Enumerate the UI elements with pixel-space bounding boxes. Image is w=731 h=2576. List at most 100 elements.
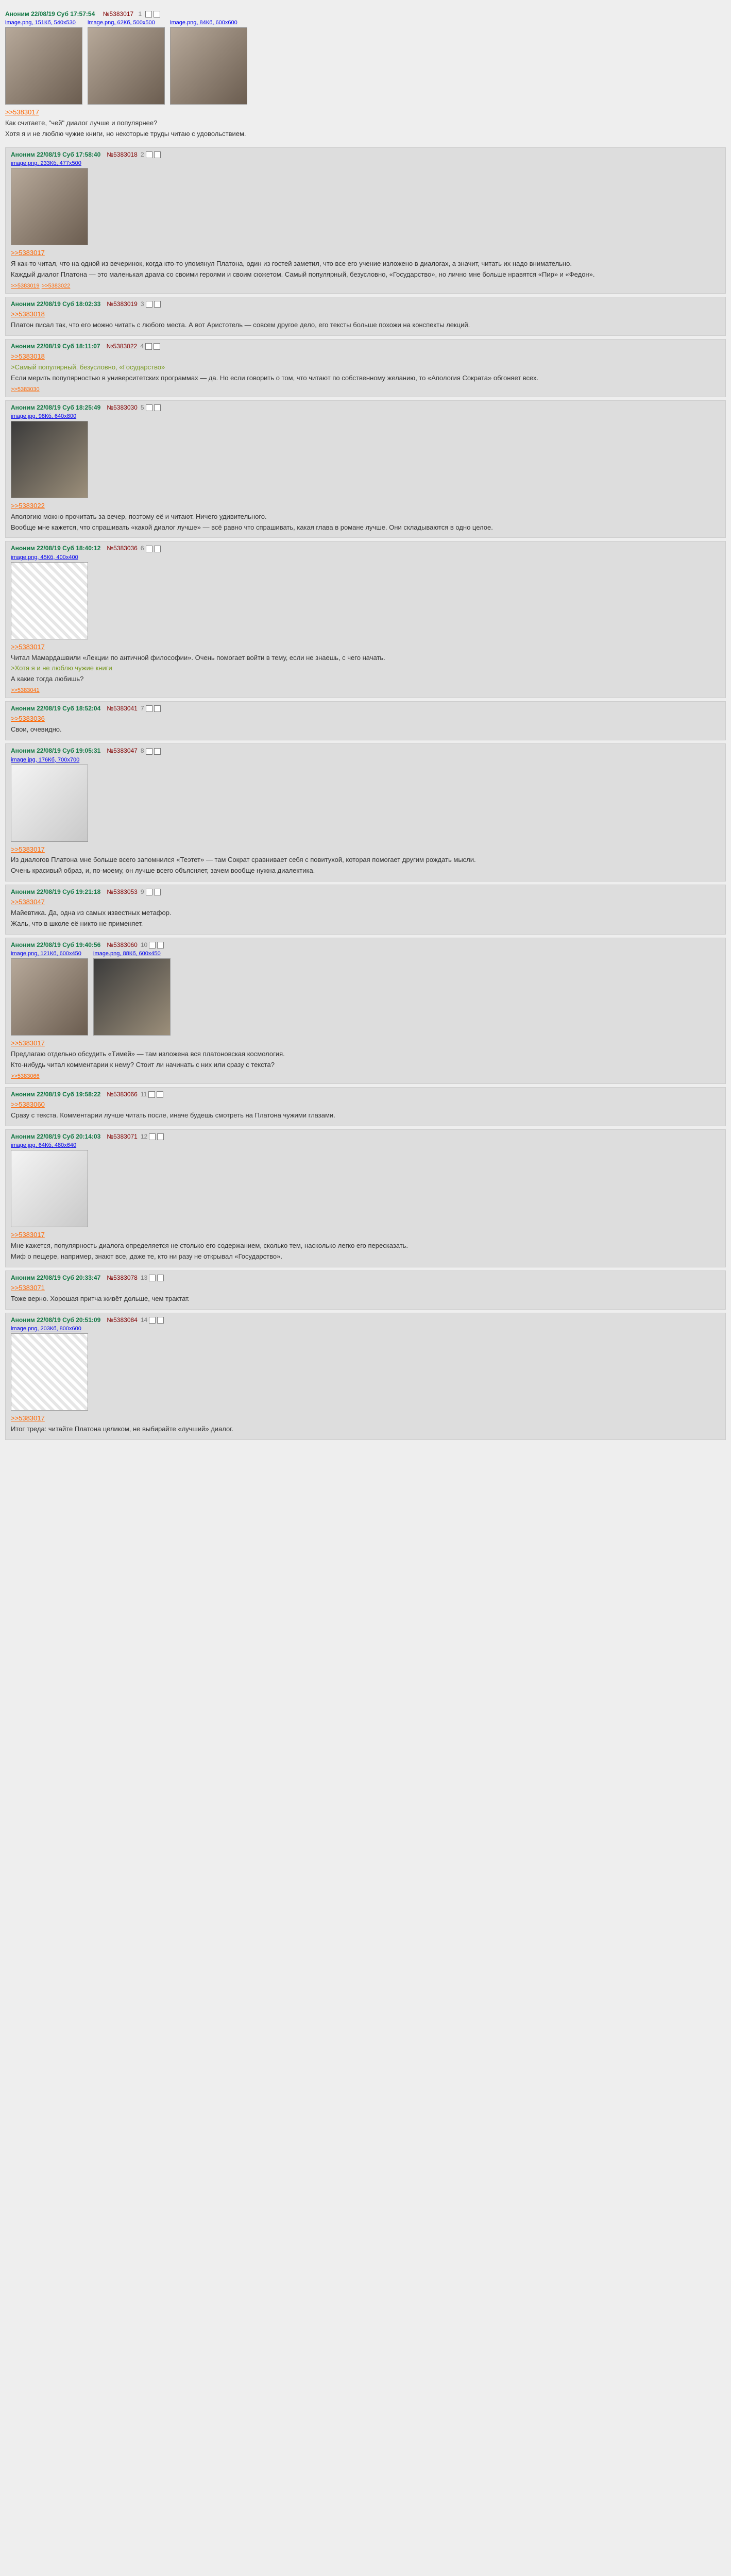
post-action-icons[interactable]: [144, 404, 161, 411]
attached-file[interactable]: image.png, 84Кб, 600x600: [170, 20, 247, 105]
file-meta[interactable]: image.png, 121Кб, 600x450: [11, 951, 88, 957]
menu-icon[interactable]: [157, 1133, 164, 1141]
post-line[interactable]: >>5383017: [11, 1230, 720, 1240]
post-number[interactable]: №5383022: [107, 343, 138, 350]
post-action-icons[interactable]: [144, 545, 161, 552]
post-line[interactable]: >>5383017: [11, 248, 720, 258]
post-line[interactable]: >>5383017: [11, 642, 720, 652]
post-number[interactable]: №5383053: [107, 888, 138, 895]
post-action-icons[interactable]: [147, 1091, 164, 1098]
file-thumbnail[interactable]: [93, 958, 171, 1036]
menu-icon[interactable]: [154, 151, 161, 159]
attached-file[interactable]: image.png, 62Кб, 500x500: [88, 20, 165, 105]
reply-backlink[interactable]: >>5383030: [11, 386, 40, 393]
reply-icon[interactable]: [149, 1316, 156, 1324]
post-action-icons[interactable]: [144, 151, 161, 159]
post-action-icons[interactable]: [147, 941, 164, 949]
reply-icon[interactable]: [145, 705, 152, 713]
file-meta[interactable]: image.jpg, 64Кб, 480x640: [11, 1142, 88, 1148]
reply-backlink[interactable]: >>5383022: [42, 283, 71, 289]
reply-icon[interactable]: [145, 404, 152, 411]
file-thumbnail[interactable]: [11, 764, 88, 842]
post-line[interactable]: >>5383047: [11, 897, 720, 907]
file-thumbnail[interactable]: [11, 562, 88, 639]
menu-icon[interactable]: [154, 301, 161, 308]
menu-icon[interactable]: [157, 1274, 164, 1281]
post-number[interactable]: №5383018: [107, 151, 138, 158]
file-thumbnail[interactable]: [11, 1333, 88, 1411]
menu-icon[interactable]: [157, 1316, 164, 1324]
attached-file[interactable]: image.png, 233Кб, 477x500: [11, 160, 88, 246]
menu-icon[interactable]: [154, 404, 161, 411]
post-action-icons[interactable]: [144, 888, 161, 896]
post-line[interactable]: >>5383017: [5, 108, 721, 117]
file-meta[interactable]: image.png, 84Кб, 600x600: [170, 20, 247, 26]
attached-file[interactable]: image.jpg, 176Кб, 700x700: [11, 757, 88, 842]
post-number[interactable]: №5383071: [107, 1133, 138, 1140]
attached-file[interactable]: image.png, 203Кб, 800x600: [11, 1326, 88, 1411]
post-line[interactable]: >>5383022: [11, 501, 720, 511]
file-meta[interactable]: image.png, 203Кб, 800x600: [11, 1326, 88, 1332]
post-number[interactable]: №5383036: [107, 545, 138, 552]
reply-icon[interactable]: [149, 1274, 156, 1281]
post-action-icons[interactable]: [144, 705, 161, 713]
menu-icon[interactable]: [157, 942, 164, 949]
file-meta[interactable]: image.png, 151Кб, 540x530: [5, 20, 82, 26]
post-number[interactable]: №5383084: [107, 1316, 138, 1324]
attached-file[interactable]: image.png, 88Кб, 600x450: [93, 951, 171, 1036]
file-thumbnail[interactable]: [170, 27, 247, 105]
file-meta[interactable]: image.png, 233Кб, 477x500: [11, 160, 88, 166]
post-action-icons[interactable]: [144, 300, 161, 308]
file-thumbnail[interactable]: [88, 27, 165, 105]
post-number[interactable]: №5383047: [107, 747, 138, 754]
reply-icon[interactable]: [145, 748, 152, 755]
post-line[interactable]: >>5383017: [11, 845, 720, 855]
file-meta[interactable]: image.jpg, 176Кб, 700x700: [11, 757, 88, 763]
reply-icon[interactable]: [149, 942, 156, 949]
post-number[interactable]: №5383066: [107, 1091, 138, 1098]
attached-file[interactable]: image.png, 45Кб, 400x400: [11, 554, 88, 639]
reply-backlink[interactable]: >>5383019: [11, 283, 40, 289]
menu-icon[interactable]: [154, 705, 161, 713]
post-action-icons[interactable]: [144, 747, 161, 755]
reply-icon[interactable]: [149, 1133, 156, 1141]
post-line[interactable]: >>5383036: [11, 714, 720, 724]
attached-file[interactable]: image.jpg, 64Кб, 480x640: [11, 1142, 88, 1228]
reply-backlink[interactable]: >>5383041: [11, 687, 40, 693]
reply-backlink[interactable]: >>5383066: [11, 1073, 40, 1079]
post-line[interactable]: >>5383017: [11, 1414, 720, 1423]
reply-icon[interactable]: [148, 1091, 156, 1098]
post-number[interactable]: №5383041: [107, 705, 138, 712]
post-number[interactable]: №5383019: [107, 300, 138, 308]
attached-file[interactable]: image.png, 151Кб, 540x530: [5, 20, 82, 105]
post-line[interactable]: >>5383018: [11, 310, 720, 319]
post-number[interactable]: №5383030: [107, 404, 138, 411]
file-thumbnail[interactable]: [11, 420, 88, 498]
reply-icon[interactable]: [145, 151, 152, 159]
post-line[interactable]: >>5383018: [11, 352, 720, 362]
post-action-icons[interactable]: [147, 1133, 164, 1141]
menu-icon[interactable]: [153, 11, 160, 18]
file-meta[interactable]: image.jpg, 98Кб, 640x800: [11, 413, 88, 419]
reply-icon[interactable]: [145, 343, 152, 350]
post-line[interactable]: >>5383071: [11, 1283, 720, 1293]
attached-file[interactable]: image.jpg, 98Кб, 640x800: [11, 413, 88, 498]
menu-icon[interactable]: [157, 1091, 164, 1098]
file-thumbnail[interactable]: [11, 958, 88, 1036]
file-meta[interactable]: image.png, 62Кб, 500x500: [88, 20, 165, 26]
reply-icon[interactable]: [145, 11, 152, 18]
file-meta[interactable]: image.png, 88Кб, 600x450: [93, 951, 171, 957]
post-number[interactable]: №5383060: [107, 941, 138, 948]
reply-icon[interactable]: [145, 301, 152, 308]
post-action-icons[interactable]: [147, 1274, 164, 1281]
menu-icon[interactable]: [154, 889, 161, 896]
file-thumbnail[interactable]: [11, 1150, 88, 1228]
post-action-icons[interactable]: [144, 343, 160, 350]
reply-icon[interactable]: [145, 889, 152, 896]
post-line[interactable]: >>5383060: [11, 1100, 720, 1110]
attached-file[interactable]: image.png, 121Кб, 600x450: [11, 951, 88, 1036]
reply-icon[interactable]: [145, 545, 152, 552]
post-line[interactable]: >>5383017: [11, 1039, 720, 1048]
menu-icon[interactable]: [153, 343, 160, 350]
post-action-icons[interactable]: [147, 1316, 164, 1324]
